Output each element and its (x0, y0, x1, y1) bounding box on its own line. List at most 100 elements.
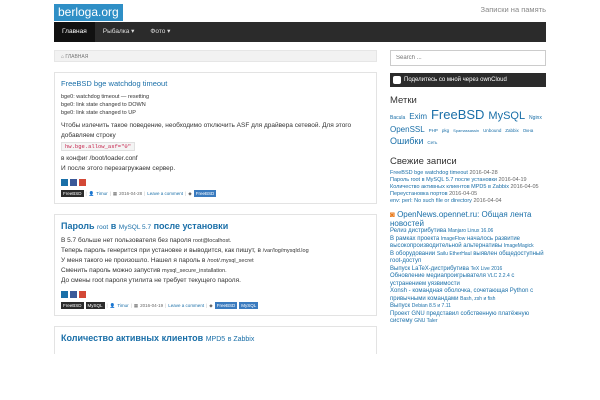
category-tag[interactable]: FreeBSD (61, 302, 84, 309)
tag-link[interactable]: Сеть (427, 140, 437, 145)
category-tag[interactable]: MySQL (85, 302, 105, 309)
title-part: Количество активных клиентов (61, 333, 204, 343)
recent-post-link[interactable]: env: perl: No such file or directory 201… (390, 198, 546, 205)
post-paragraph: в конфиг /boot/loader.conf (61, 155, 138, 162)
divider: | (85, 191, 87, 196)
post-title[interactable]: FreeBSD bge watchdog timeout (61, 79, 370, 88)
news-title[interactable]: ◙ OpenNews.opennet.ru: Общая лента новос… (390, 210, 546, 228)
author-link[interactable]: Timur (96, 191, 107, 196)
post-bge: FreeBSD bge watchdog timeout bge0: watch… (54, 72, 377, 204)
site-tagline: Записки на память (480, 5, 546, 14)
news-link[interactable]: Выпуск Debian 8.5 и 7.11 (390, 303, 546, 311)
share-icon[interactable] (61, 291, 68, 298)
post-tag[interactable]: FreeBSD (214, 302, 238, 309)
post-paragraph: Сменить пароль можно запустив mysql_secu… (61, 267, 227, 274)
recent-posts: FreeBSD bge watchdog timeout 2016-04-28 П… (390, 170, 546, 205)
owncloud-label: Поделитесь со мной через ownCloud (404, 77, 507, 83)
tag-link[interactable]: Ошибки (390, 136, 423, 146)
user-icon: 👤 (88, 190, 95, 196)
tag-link[interactable]: Nginx (529, 115, 542, 121)
news-feed: Релиз дистрибутива Manjaro Linux 16.06 В … (390, 228, 546, 326)
log-line: bge0: watchdog timeout — resetting (61, 94, 150, 100)
post-date: 2016-04-28 (119, 191, 143, 196)
nav-home[interactable]: Главная (54, 22, 95, 42)
tag-link[interactable]: Spamassassin (453, 128, 479, 133)
category-tag[interactable]: FreeBSD (61, 190, 84, 197)
title-part: Пароль (61, 221, 95, 231)
divider: | (144, 191, 146, 196)
author-link[interactable]: Timur (117, 303, 128, 308)
comment-link[interactable]: Leave a comment (168, 303, 204, 308)
post-paragraph: И после этого перезагружаем сервер. (61, 165, 176, 172)
post-paragraph: Чтобы излечить такое поведение, необходи… (61, 122, 352, 139)
main-content: ⌂ ГЛАВНАЯ FreeBSD bge watchdog timeout b… (54, 50, 377, 364)
facebook-icon[interactable] (70, 179, 77, 186)
post-paragraph: У меня такого не произошло. Нашел я паро… (61, 257, 254, 264)
tag-link[interactable]: PHP (429, 128, 438, 133)
facebook-icon[interactable] (70, 291, 77, 298)
user-icon: 👤 (109, 302, 116, 308)
post-meta: FreeBSD MySQL | 👤 Timur | ▦ 2016-04-19 |… (61, 302, 370, 309)
search-input[interactable] (390, 50, 546, 66)
title-part: после установки (153, 221, 229, 231)
news-link[interactable]: В рамках проекта ImageFlow началось разв… (390, 236, 546, 251)
news-link[interactable]: Выпуск LaTeX-дистрибутива TeX Live 2016 (390, 266, 546, 274)
post-paragraph: В 5.7 больше нет пользователя без пароля… (61, 237, 232, 244)
recent-title: Свежие записи (390, 156, 457, 167)
google-plus-icon[interactable] (79, 179, 86, 186)
post-title[interactable]: Количество активных клиентов MPD5 в Zabb… (61, 333, 370, 343)
owncloud-button[interactable]: Поделитесь со мной через ownCloud (390, 73, 546, 87)
site-logo[interactable]: berloga.org (54, 4, 123, 21)
divider: | (165, 303, 167, 308)
tag-link[interactable]: OpenSSL (390, 125, 425, 134)
tag-link[interactable]: Zabbix (505, 128, 519, 133)
site-header: berloga.org Записки на память (0, 0, 600, 22)
news-link[interactable]: Проект GNU представил собственную платёж… (390, 311, 546, 326)
share-icon[interactable] (61, 179, 68, 186)
title-part: в Zabbix (227, 336, 255, 343)
post-date: 2016-04-19 (140, 303, 164, 308)
rss-icon: ◙ (390, 210, 398, 219)
recent-post-link[interactable]: FreeBSD bge watchdog timeout 2016-04-28 (390, 170, 546, 177)
tag-link[interactable]: MySQL (488, 110, 525, 122)
post-meta: FreeBSD | 👤 Timur | ▦ 2016-04-28 | Leave… (61, 190, 370, 197)
share-buttons (61, 291, 370, 298)
cloud-icon (393, 76, 401, 84)
post-mpd5: Количество активных клиентов MPD5 в Zabb… (54, 326, 377, 354)
news-link[interactable]: Обновление медиапроигрывателя VLC 2.2.4 … (390, 273, 546, 288)
post-tag[interactable]: MySQL (239, 302, 259, 309)
news-link[interactable]: Релиз дистрибутива Manjaro Linux 16.06 (390, 228, 546, 236)
news-link[interactable]: В оборудовании Sailu EtherHaul выявлен о… (390, 251, 546, 266)
divider: | (130, 303, 132, 308)
log-line: bge0: link state changed to UP (61, 110, 136, 116)
tag-icon: ◆ (188, 190, 192, 196)
post-paragraph: До смены root пароля утилита не требует … (61, 277, 241, 284)
divider: | (206, 303, 208, 308)
title-part: в (110, 221, 117, 231)
breadcrumb: ⌂ ГЛАВНАЯ (54, 50, 377, 62)
tag-link[interactable]: FreeBSD (431, 107, 484, 122)
news-link[interactable]: Xonsh - командная оболочка, сочетающая P… (390, 288, 546, 303)
tag-link[interactable]: Exim (409, 112, 427, 121)
tag-link[interactable]: pkg (442, 128, 449, 133)
title-part: root (97, 224, 109, 231)
recent-post-link[interactable]: Пароль root в MySQL 5.7 после установки … (390, 177, 546, 184)
tag-link[interactable]: Bacula (390, 115, 405, 121)
comment-link[interactable]: Leave a comment (147, 191, 183, 196)
recent-post-link[interactable]: Количество активных клиентов MPD5 в Zabb… (390, 184, 546, 191)
tag-link[interactable]: Окна (523, 128, 533, 133)
divider: | (106, 303, 108, 308)
log-line: bge0: link state changed to DOWN (61, 102, 146, 108)
recent-post-link[interactable]: Переустановка портов 2016-04-05 (390, 191, 546, 198)
calendar-icon: ▦ (133, 302, 139, 308)
post-tag[interactable]: FreeBSD (193, 190, 217, 197)
tag-link[interactable]: Unbound (483, 128, 501, 133)
breadcrumb-home[interactable]: ГЛАВНАЯ (65, 54, 88, 60)
divider: | (109, 191, 111, 196)
google-plus-icon[interactable] (79, 291, 86, 298)
main-navbar: Главная Рыбалка ▾ Фото ▾ (54, 22, 546, 42)
nav-photo[interactable]: Фото ▾ (142, 22, 178, 42)
nav-fishing[interactable]: Рыбалка ▾ (95, 22, 143, 42)
post-title[interactable]: Пароль root в MySQL 5.7 после установки (61, 221, 370, 231)
post-mysql: Пароль root в MySQL 5.7 после установки … (54, 214, 377, 316)
